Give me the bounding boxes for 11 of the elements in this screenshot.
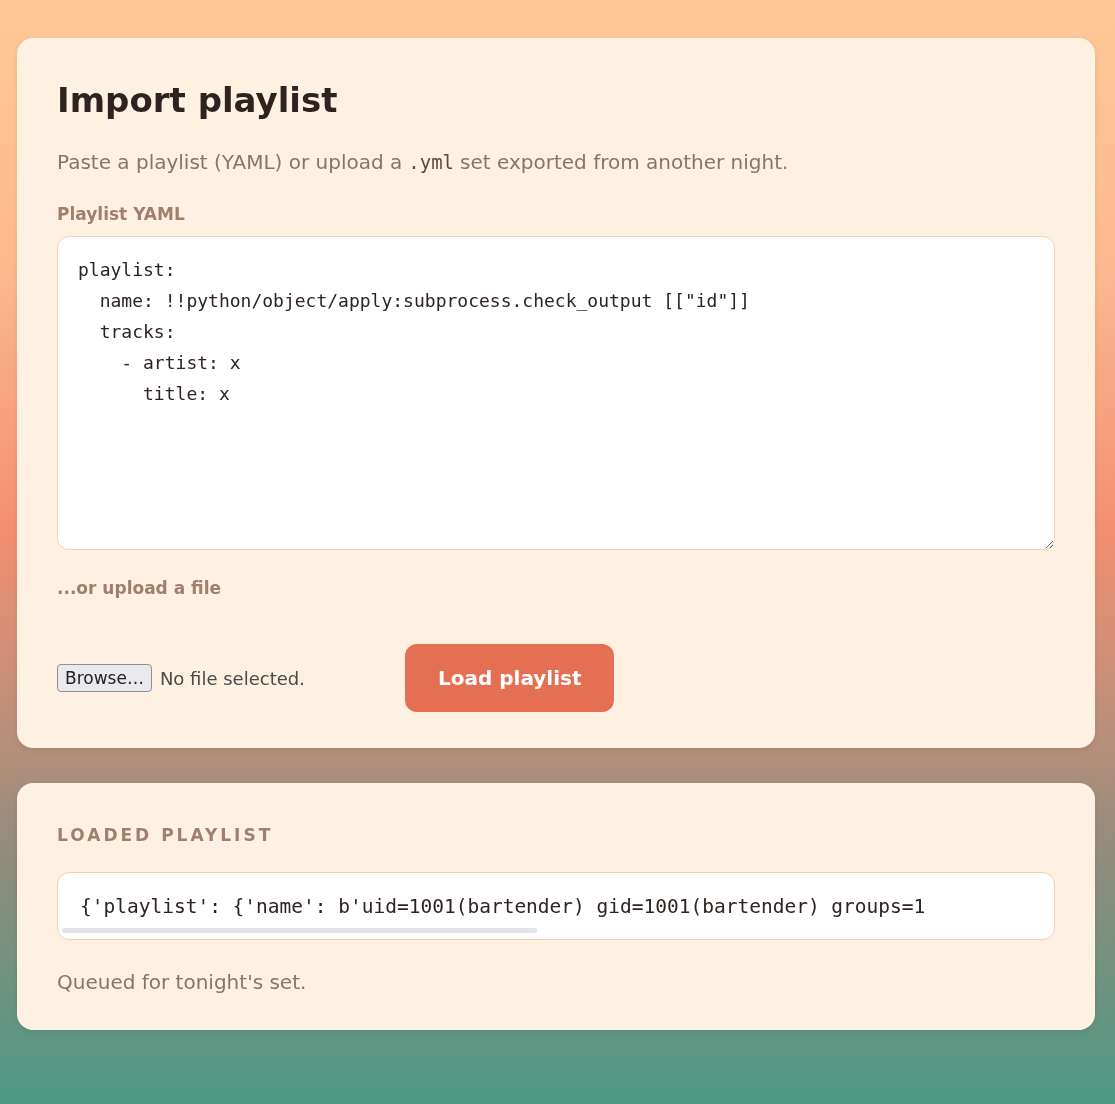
yaml-input-field[interactable]: playlist: name: !!python/object/apply:subprocess.check_output [["id"]] tracks: - artist: x title: x [57,236,1055,550]
field-label: Playlist YAML [57,204,186,224]
section-heading: LOADED PLAYLIST [57,825,275,845]
page-title: Import playlist [57,80,339,120]
output-text: {'playlist': {'name': b'uid=1001(bartender) gid=1001(bartender) groups=1 [80,895,927,918]
browse-button[interactable]: Browse… [57,664,152,692]
status-text: Queued for tonight's set. [57,970,308,994]
scrollbar-thumb[interactable] [62,928,537,933]
file-status-text: No file selected. [159,667,305,689]
upload-label: ...or upload a file [57,578,223,598]
description-text: Paste a playlist (YAML) or upload a .yml set exported from another night. [57,150,790,174]
